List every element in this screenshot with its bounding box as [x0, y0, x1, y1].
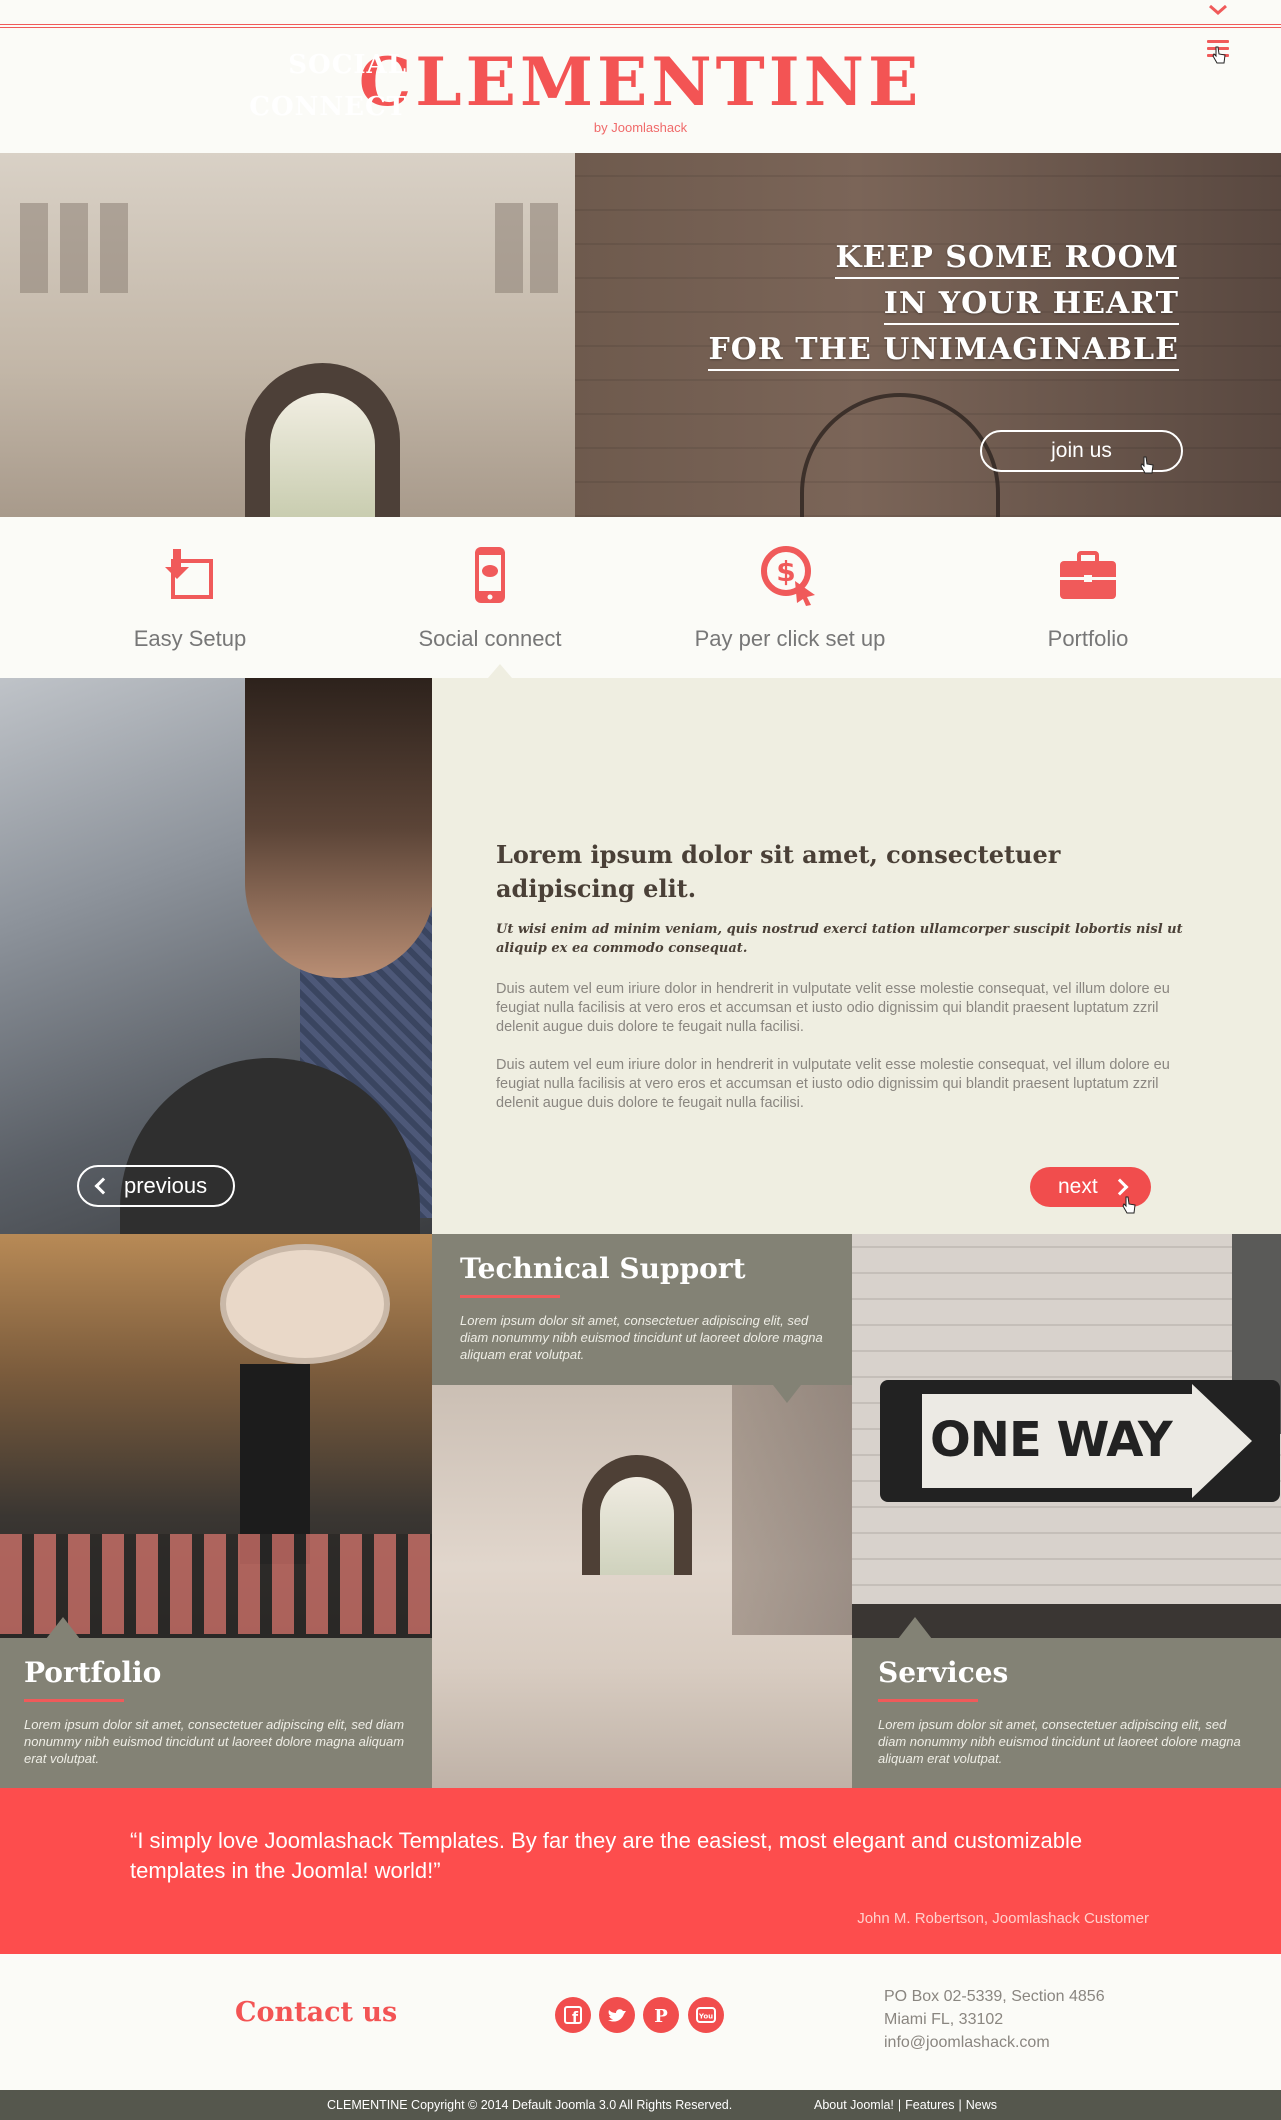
hand-cursor-icon [1140, 456, 1154, 474]
support-text: Lorem ipsum dolor sit amet, consectetuer… [460, 1313, 823, 1362]
facebook-icon[interactable]: f [555, 1997, 591, 2033]
services-title: Services [878, 1656, 1009, 1689]
contact-us-title[interactable]: Contact us [235, 1997, 397, 2028]
active-tab-pointer [488, 664, 512, 678]
hero-line-3: FOR THE UNIMAGINABLE [708, 332, 1179, 371]
services-panel[interactable]: Services Lorem ipsum dolor sit amet, con… [852, 1638, 1281, 1788]
youtube-icon[interactable]: You [688, 1997, 724, 2033]
social-connect-title: SOCIAL CONNECT [249, 50, 407, 122]
twitter-icon[interactable] [599, 1997, 635, 2033]
typewriter-photo [0, 1234, 432, 1638]
one-way-sign-photo: ONE WAY [852, 1234, 1281, 1638]
technical-support-panel[interactable]: Technical Support Lorem ipsum dolor sit … [432, 1234, 852, 1385]
svg-text:f: f [572, 2010, 579, 2026]
footer-links: About Joomla! | Features | News [814, 2098, 998, 2112]
feature-easy-setup[interactable]: Easy Setup [70, 545, 310, 652]
hero-line-2: IN YOUR HEART [883, 286, 1179, 325]
logo-title: CLEMENTINE [358, 43, 923, 121]
content-paragraph: Duis autem vel eum iriure dolor in hendr… [496, 981, 1170, 1035]
email-link[interactable]: info@joomlashack.com [884, 2031, 1105, 2054]
panel-pointer [898, 1617, 932, 1639]
content-lead: Ut wisi enim ad minim veniam, quis nostr… [496, 922, 1183, 956]
footer-bar: CLEMENTINE Copyright © 2014 Default Joom… [0, 2090, 1281, 2120]
logo-subtitle: by Joomlashack [593, 120, 688, 135]
support-title: Technical Support [460, 1252, 746, 1285]
social-connect-content: Lorem ipsum dolor sit amet, consectetuer… [432, 678, 1281, 1234]
dollar-click-icon: $ [761, 546, 815, 606]
social-connect-photo [0, 678, 432, 1234]
feature-portfolio[interactable]: Portfolio [968, 545, 1208, 652]
copyright-text: CLEMENTINE Copyright © 2014 Default Joom… [327, 2098, 733, 2112]
pinterest-icon[interactable]: P [643, 1997, 679, 2033]
hero-banner: KEEP SOME ROOM IN YOUR HEART FOR THE UNI… [0, 153, 1281, 517]
title-underline [878, 1699, 978, 1702]
portfolio-text: Lorem ipsum dolor sit amet, consectetuer… [24, 1717, 405, 1766]
testimonial-author: John M. Robertson, Joomlashack Customer [857, 1910, 1149, 1927]
panel-pointer [773, 1385, 801, 1403]
services-text: Lorem ipsum dolor sit amet, consectetuer… [878, 1717, 1241, 1766]
feature-label: Pay per click set up [694, 626, 886, 651]
previous-button[interactable]: previous [77, 1165, 235, 1207]
testimonial-band: “I simply love Joomlashack Templates. By… [0, 1788, 1281, 1954]
portfolio-title: Portfolio [24, 1656, 162, 1689]
feature-pay-per-click[interactable]: $ Pay per click set up [670, 545, 910, 652]
feature-label: Easy Setup [133, 626, 247, 651]
hero-headline: KEEP SOME ROOM IN YOUR HEART FOR THE UNI… [708, 235, 1179, 373]
one-way-sign-text: ONE WAY [930, 1412, 1173, 1468]
header-rule [0, 24, 1281, 28]
svg-text:You: You [698, 2013, 713, 2021]
title-underline [460, 1295, 560, 1298]
address-line: PO Box 02-5339, Section 4856 [884, 1988, 1105, 2005]
content-heading: Lorem ipsum dolor sit amet, consectetuer… [496, 840, 1061, 903]
panel-pointer [46, 1617, 80, 1639]
briefcase-icon [1060, 551, 1116, 599]
hand-cursor-icon [1122, 1196, 1136, 1214]
chevron-down-icon[interactable] [1207, 2, 1229, 18]
hero-line-1: KEEP SOME ROOM [835, 240, 1179, 279]
portfolio-panel[interactable]: Portfolio Lorem ipsum dolor sit amet, co… [0, 1638, 432, 1788]
testimonial-text: “I simply love Joomlashack Templates. By… [130, 1828, 1083, 1883]
contact-address: PO Box 02-5339, Section 4856 Miami FL, 3… [884, 1985, 1105, 2054]
content-paragraph: Duis autem vel eum iriure dolor in hendr… [496, 1057, 1170, 1111]
svg-text:$: $ [776, 555, 795, 588]
feature-label: Social connect [418, 626, 562, 651]
address-line: Miami FL, 33102 [884, 2011, 1004, 2028]
footer-link-features[interactable]: Features [905, 2098, 954, 2112]
feature-social-connect[interactable]: Social connect [370, 545, 610, 652]
setup-arrow-icon [165, 549, 213, 599]
svg-text:P: P [654, 2006, 668, 2027]
footer-link-news[interactable]: News [966, 2098, 997, 2112]
archway-photo [432, 1385, 852, 1788]
phone-chat-icon [475, 547, 505, 603]
feature-label: Portfolio [1047, 626, 1129, 651]
title-underline [24, 1699, 124, 1702]
footer-link-about[interactable]: About Joomla! [814, 2098, 894, 2112]
site-logo[interactable]: CLEMENTINE by Joomlashack [0, 38, 1281, 135]
